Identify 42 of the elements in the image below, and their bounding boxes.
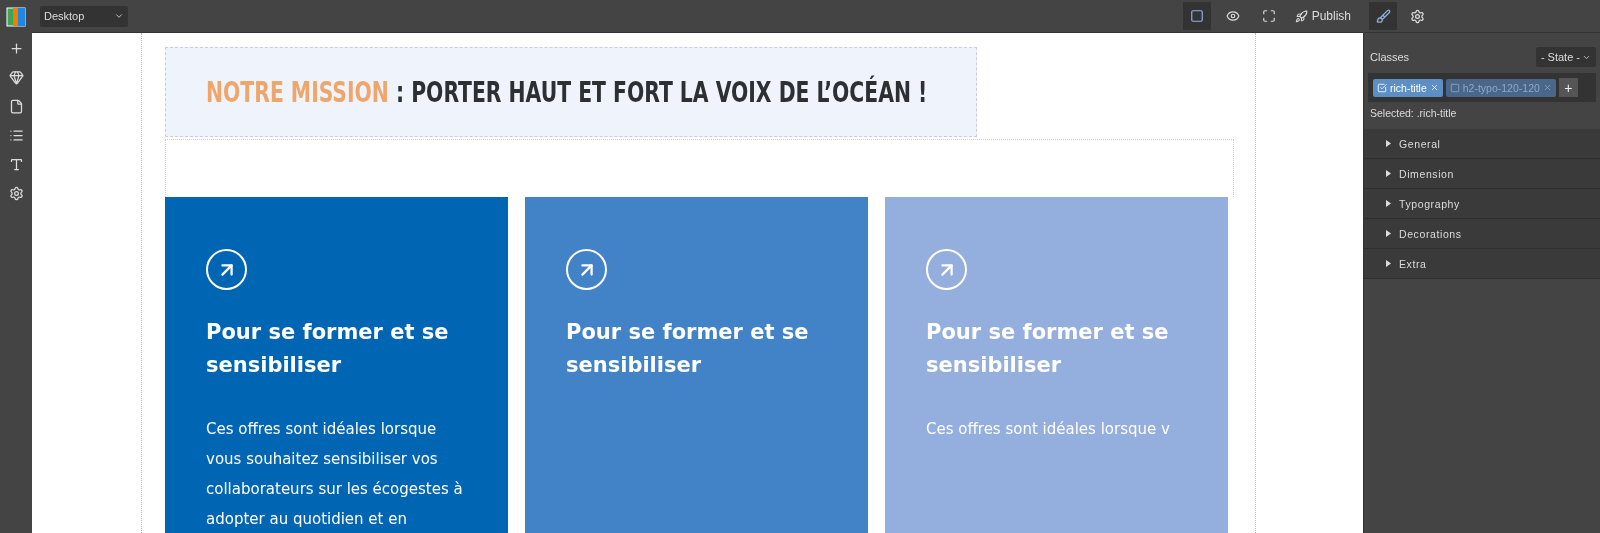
caret-icon	[1386, 230, 1391, 237]
style-section[interactable]: Decorations	[1364, 219, 1600, 249]
section-title: NOTRE MISSION : PORTER HAUT ET FORT LA VOIX DE L’OCÉAN !	[206, 75, 928, 109]
selected-info: Selected: .rich-title	[1369, 106, 1458, 121]
close-icon[interactable]	[1429, 83, 1439, 92]
state-select[interactable]: - State -	[1535, 47, 1596, 67]
rocket-icon	[1294, 9, 1308, 23]
publish-button[interactable]: Publish	[1290, 2, 1355, 30]
card-heading: Pour se former et se sensibiliser	[926, 319, 1170, 379]
list-icon	[8, 128, 24, 143]
caret-icon	[1386, 140, 1391, 147]
card-heading: Pour se former et se sensibiliser	[206, 319, 450, 379]
diamond-icon	[8, 70, 24, 85]
style-section[interactable]: Dimension	[1364, 159, 1600, 189]
eye-icon	[1225, 9, 1240, 23]
brush-tab[interactable]	[1369, 2, 1397, 30]
caret-icon	[114, 11, 124, 21]
card-text: Ces offres sont idéales lorsque vous souhaitez sensibiliser vos collaborateurs sur les écogestes à adopter au quotidien et en	[206, 419, 464, 530]
caret-icon	[1386, 200, 1391, 207]
fullscreen-icon	[1261, 9, 1276, 23]
settings-icon	[8, 186, 24, 201]
card-heading: Pour se former et se sensibiliser	[566, 319, 810, 379]
square-button[interactable]	[1182, 2, 1211, 30]
device-select[interactable]: Desktop	[40, 5, 128, 27]
logo-icon	[5, 5, 27, 28]
classes-label: Classes	[1370, 51, 1410, 63]
add-class-button[interactable]: +	[1558, 78, 1578, 97]
style-section[interactable]: Typography	[1364, 189, 1600, 219]
square-icon	[1189, 9, 1204, 23]
settings-icon	[1409, 8, 1425, 24]
class-name: rich-title	[1390, 81, 1427, 94]
caret-icon	[1386, 170, 1391, 177]
card-text: Ces offres sont idéales lorsque v	[926, 419, 1171, 440]
checkbox-icon[interactable]	[1449, 82, 1460, 93]
add-icon	[8, 41, 24, 56]
style-section[interactable]: Extra	[1364, 249, 1600, 279]
caret-icon	[1386, 260, 1391, 267]
font-icon	[8, 157, 24, 172]
style-section[interactable]: General	[1364, 129, 1600, 159]
brush-icon	[1375, 8, 1391, 24]
page-icon	[8, 99, 24, 114]
class-name: h2-typo-120-120	[1462, 81, 1540, 94]
